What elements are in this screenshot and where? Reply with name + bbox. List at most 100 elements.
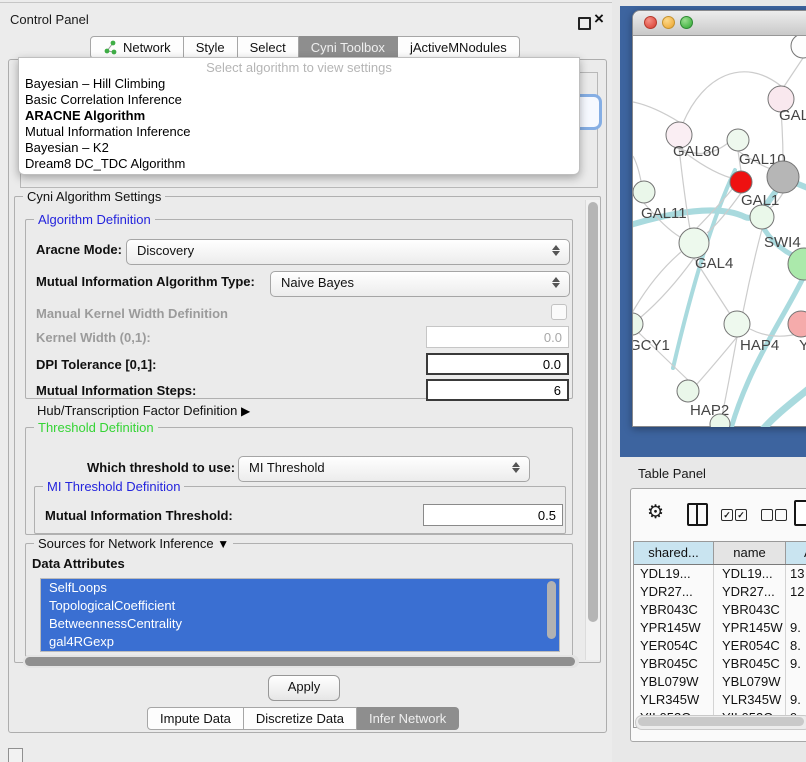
sources-group-title[interactable]: Sources for Network Inference ▼ bbox=[34, 536, 233, 551]
table-row[interactable]: YBR045CYBR045C9. bbox=[634, 655, 806, 673]
network-node[interactable] bbox=[750, 205, 774, 229]
hub-section-toggle[interactable]: Hub/Transcription Factor Definition ▶ bbox=[37, 403, 250, 418]
algorithm-option[interactable]: Mutual Information Inference bbox=[19, 124, 579, 140]
close-panel-icon[interactable]: × bbox=[594, 9, 604, 29]
table-row[interactable]: YBL079WYBL079W bbox=[634, 673, 806, 691]
algorithm-dropdown-popup: Select algorithm to view settings Bayesi… bbox=[18, 57, 580, 175]
algorithm-dropdown-placeholder: Select algorithm to view settings bbox=[19, 60, 579, 76]
network-node-label: GAL80 bbox=[673, 143, 720, 160]
data-attribute-item[interactable]: gal4RGexp bbox=[41, 633, 559, 651]
close-window-button[interactable] bbox=[644, 16, 657, 29]
attribute-list-scrollbar-thumb[interactable] bbox=[547, 581, 556, 639]
control-panel-titlebar: Control Panel × bbox=[0, 2, 612, 33]
unchecked-checkbox-icon[interactable] bbox=[761, 509, 773, 521]
algorithm-option[interactable]: Bayesian – K2 bbox=[19, 140, 579, 156]
aracne-mode-select[interactable]: Discovery bbox=[126, 239, 570, 265]
network-node[interactable] bbox=[767, 161, 799, 193]
mi-type-label: Mutual Information Algorithm Type: bbox=[36, 274, 255, 289]
table-row[interactable]: YPR145WYPR145W9. bbox=[634, 619, 806, 637]
document-icon[interactable] bbox=[794, 500, 806, 526]
spinner-arrows-icon bbox=[552, 276, 560, 289]
network-node[interactable] bbox=[724, 311, 750, 337]
table-row[interactable]: YBR043CYBR043C bbox=[634, 601, 806, 619]
tab-impute-data[interactable]: Impute Data bbox=[147, 707, 244, 730]
expand-arrow-icon: ▶ bbox=[241, 404, 250, 418]
algorithm-option[interactable]: Bayesian – Hill Climbing bbox=[19, 76, 579, 92]
network-node-label: Y bbox=[799, 337, 806, 354]
settings-hscrollbar[interactable] bbox=[23, 655, 579, 668]
float-panel-icon[interactable] bbox=[578, 17, 591, 30]
unchecked-checkbox-icon[interactable] bbox=[775, 509, 787, 521]
gear-icon[interactable]: ⚙ bbox=[647, 501, 664, 524]
mi-threshold-input[interactable] bbox=[423, 504, 563, 526]
control-panel: Control Panel × Network Style Select bbox=[0, 0, 612, 762]
network-node[interactable] bbox=[727, 129, 749, 151]
table-cell: YBL079W bbox=[634, 673, 714, 691]
network-node[interactable] bbox=[788, 311, 806, 337]
data-attributes-list[interactable]: SelfLoopsTopologicalCoefficientBetweenne… bbox=[40, 578, 560, 652]
column-header[interactable]: shared... bbox=[634, 542, 714, 564]
network-tab-icon bbox=[103, 40, 118, 55]
table-cell: YPR145W bbox=[634, 619, 714, 637]
table-hscrollbar[interactable] bbox=[635, 715, 806, 730]
aracne-mode-label: Aracne Mode: bbox=[36, 242, 122, 257]
table-row[interactable]: YER054CYER054C8. bbox=[634, 637, 806, 655]
network-node[interactable] bbox=[730, 171, 752, 193]
table-row[interactable]: YLR345WYLR345W9. bbox=[634, 691, 806, 709]
mi-threshold-label: Mutual Information Threshold: bbox=[45, 508, 233, 523]
network-node[interactable] bbox=[633, 181, 655, 203]
settings-scrollbar[interactable] bbox=[585, 200, 600, 660]
network-view-window[interactable]: GAL7GAL80GAL10GAL1GAL11SWI4GAL4GCY1HAP4Y… bbox=[632, 10, 806, 427]
table-row[interactable]: YDR27...YDR27...12 bbox=[634, 583, 806, 601]
tab-style[interactable]: Style bbox=[184, 36, 238, 59]
table-cell: 9. bbox=[786, 691, 806, 709]
network-node[interactable] bbox=[679, 228, 709, 258]
settings-hscrollbar-thumb[interactable] bbox=[25, 657, 575, 666]
table-hscrollbar-thumb[interactable] bbox=[638, 717, 804, 726]
minimize-window-button[interactable] bbox=[662, 16, 675, 29]
data-attribute-item[interactable]: TopologicalCoefficient bbox=[41, 597, 559, 615]
mi-steps-input[interactable] bbox=[426, 379, 569, 401]
mi-type-select[interactable]: Naive Bayes bbox=[270, 271, 570, 297]
checked-checkbox-icon[interactable]: ✓ bbox=[721, 509, 733, 521]
columns-icon[interactable] bbox=[687, 503, 708, 526]
collapse-arrow-icon: ▼ bbox=[217, 537, 229, 551]
network-node[interactable] bbox=[677, 380, 699, 402]
tab-network[interactable]: Network bbox=[90, 36, 184, 59]
network-canvas[interactable]: GAL7GAL80GAL10GAL1GAL11SWI4GAL4GCY1HAP4Y… bbox=[633, 36, 806, 427]
column-header[interactable]: name bbox=[714, 542, 786, 564]
algorithm-option[interactable]: Basic Correlation Inference bbox=[19, 92, 579, 108]
table-cell: YDL19... bbox=[634, 565, 714, 583]
network-node[interactable] bbox=[791, 36, 806, 58]
tab-discretize-label: Discretize Data bbox=[256, 708, 344, 729]
table-rows: YDL19...YDL19...13YDR27...YDR27...12YBR0… bbox=[634, 565, 806, 727]
tab-infer-network[interactable]: Infer Network bbox=[357, 707, 459, 730]
manual-kernel-checkbox[interactable] bbox=[551, 304, 567, 320]
algorithm-option[interactable]: Dream8 DC_TDC Algorithm bbox=[19, 156, 579, 172]
settings-scrollbar-thumb[interactable] bbox=[588, 202, 598, 622]
network-node-label: GAL4 bbox=[695, 255, 733, 272]
dpi-tolerance-input[interactable] bbox=[426, 353, 569, 375]
column-header[interactable]: A bbox=[786, 542, 806, 564]
attr-items: SelfLoopsTopologicalCoefficientBetweenne… bbox=[41, 579, 559, 651]
which-threshold-select[interactable]: MI Threshold bbox=[238, 456, 530, 482]
table-cell bbox=[786, 673, 806, 691]
tab-infer-label: Infer Network bbox=[369, 708, 446, 729]
tab-jactivemnodules[interactable]: jActiveMNodules bbox=[398, 36, 520, 59]
data-attribute-item[interactable]: SelfLoops bbox=[41, 579, 559, 597]
zoom-window-button[interactable] bbox=[680, 16, 693, 29]
checked-checkbox-icon[interactable]: ✓ bbox=[735, 509, 747, 521]
apply-button[interactable]: Apply bbox=[268, 675, 340, 701]
tab-select[interactable]: Select bbox=[238, 36, 299, 59]
panel-dock-icon[interactable] bbox=[8, 748, 23, 762]
data-attribute-item[interactable]: BetweennessCentrality bbox=[41, 615, 559, 633]
table-row[interactable]: YDL19...YDL19...13 bbox=[634, 565, 806, 583]
table-cell: YDR27... bbox=[714, 583, 786, 601]
table-header: shared... name A bbox=[634, 542, 806, 565]
kernel-width-input[interactable] bbox=[426, 326, 569, 348]
tab-discretize-data[interactable]: Discretize Data bbox=[244, 707, 357, 730]
table-cell: YPR145W bbox=[714, 619, 786, 637]
tab-select-label: Select bbox=[250, 37, 286, 58]
algorithm-option[interactable]: ARACNE Algorithm bbox=[19, 108, 579, 124]
tab-cyni-toolbox[interactable]: Cyni Toolbox bbox=[299, 36, 398, 59]
